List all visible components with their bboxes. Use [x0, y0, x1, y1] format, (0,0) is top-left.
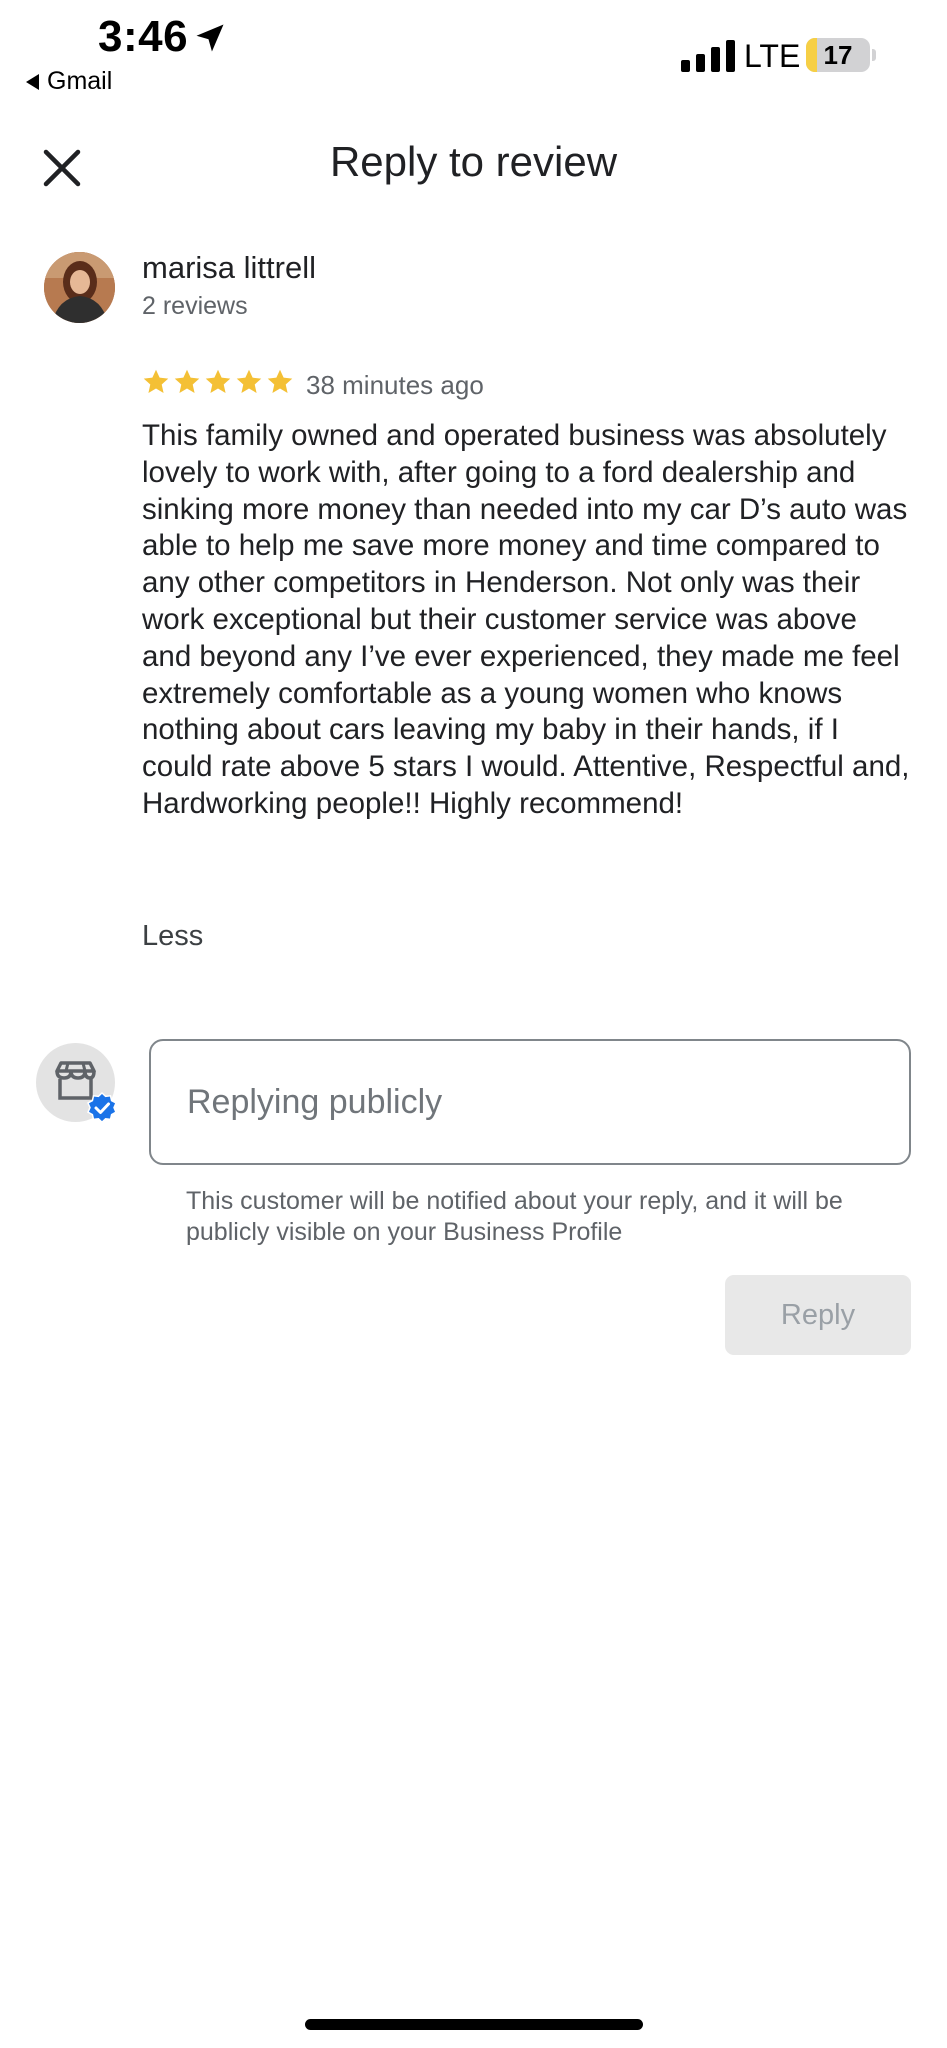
star-icon [143, 369, 169, 393]
star-rating [142, 368, 294, 396]
reviewer-name[interactable]: marisa littrell [142, 250, 316, 286]
reviewer-review-count: 2 reviews [142, 292, 248, 320]
cellular-signal-icon [681, 40, 735, 72]
star-icon [205, 369, 231, 393]
reply-visibility-notice: This customer will be notified about you… [186, 1187, 843, 1246]
back-to-app-link[interactable]: Gmail [26, 67, 112, 96]
star-icon [236, 369, 262, 393]
battery-percentage: 17 [823, 40, 853, 70]
reply-input-box[interactable] [149, 1039, 911, 1165]
home-indicator[interactable] [305, 2019, 643, 2030]
back-triangle-icon [26, 73, 39, 90]
avatar-photo [44, 252, 115, 323]
review-time-ago: 38 minutes ago [306, 370, 484, 400]
location-arrow-icon [196, 24, 224, 52]
reply-button[interactable]: Reply [725, 1275, 911, 1355]
reply-input[interactable] [151, 1041, 909, 1163]
status-time: 3:46 [98, 12, 189, 61]
battery-icon: 17 [806, 38, 870, 72]
network-type: LTE [744, 38, 801, 74]
back-app-label: Gmail [47, 67, 113, 95]
battery-terminal [872, 49, 876, 61]
reviewer-avatar[interactable] [44, 252, 115, 323]
show-less-link[interactable]: Less [142, 920, 203, 953]
star-icon [174, 369, 200, 393]
page-title: Reply to review [329, 138, 618, 185]
verified-badge-icon [87, 1092, 117, 1124]
star-icon [267, 369, 293, 393]
review-text: This family owned and operated business … [142, 419, 910, 820]
